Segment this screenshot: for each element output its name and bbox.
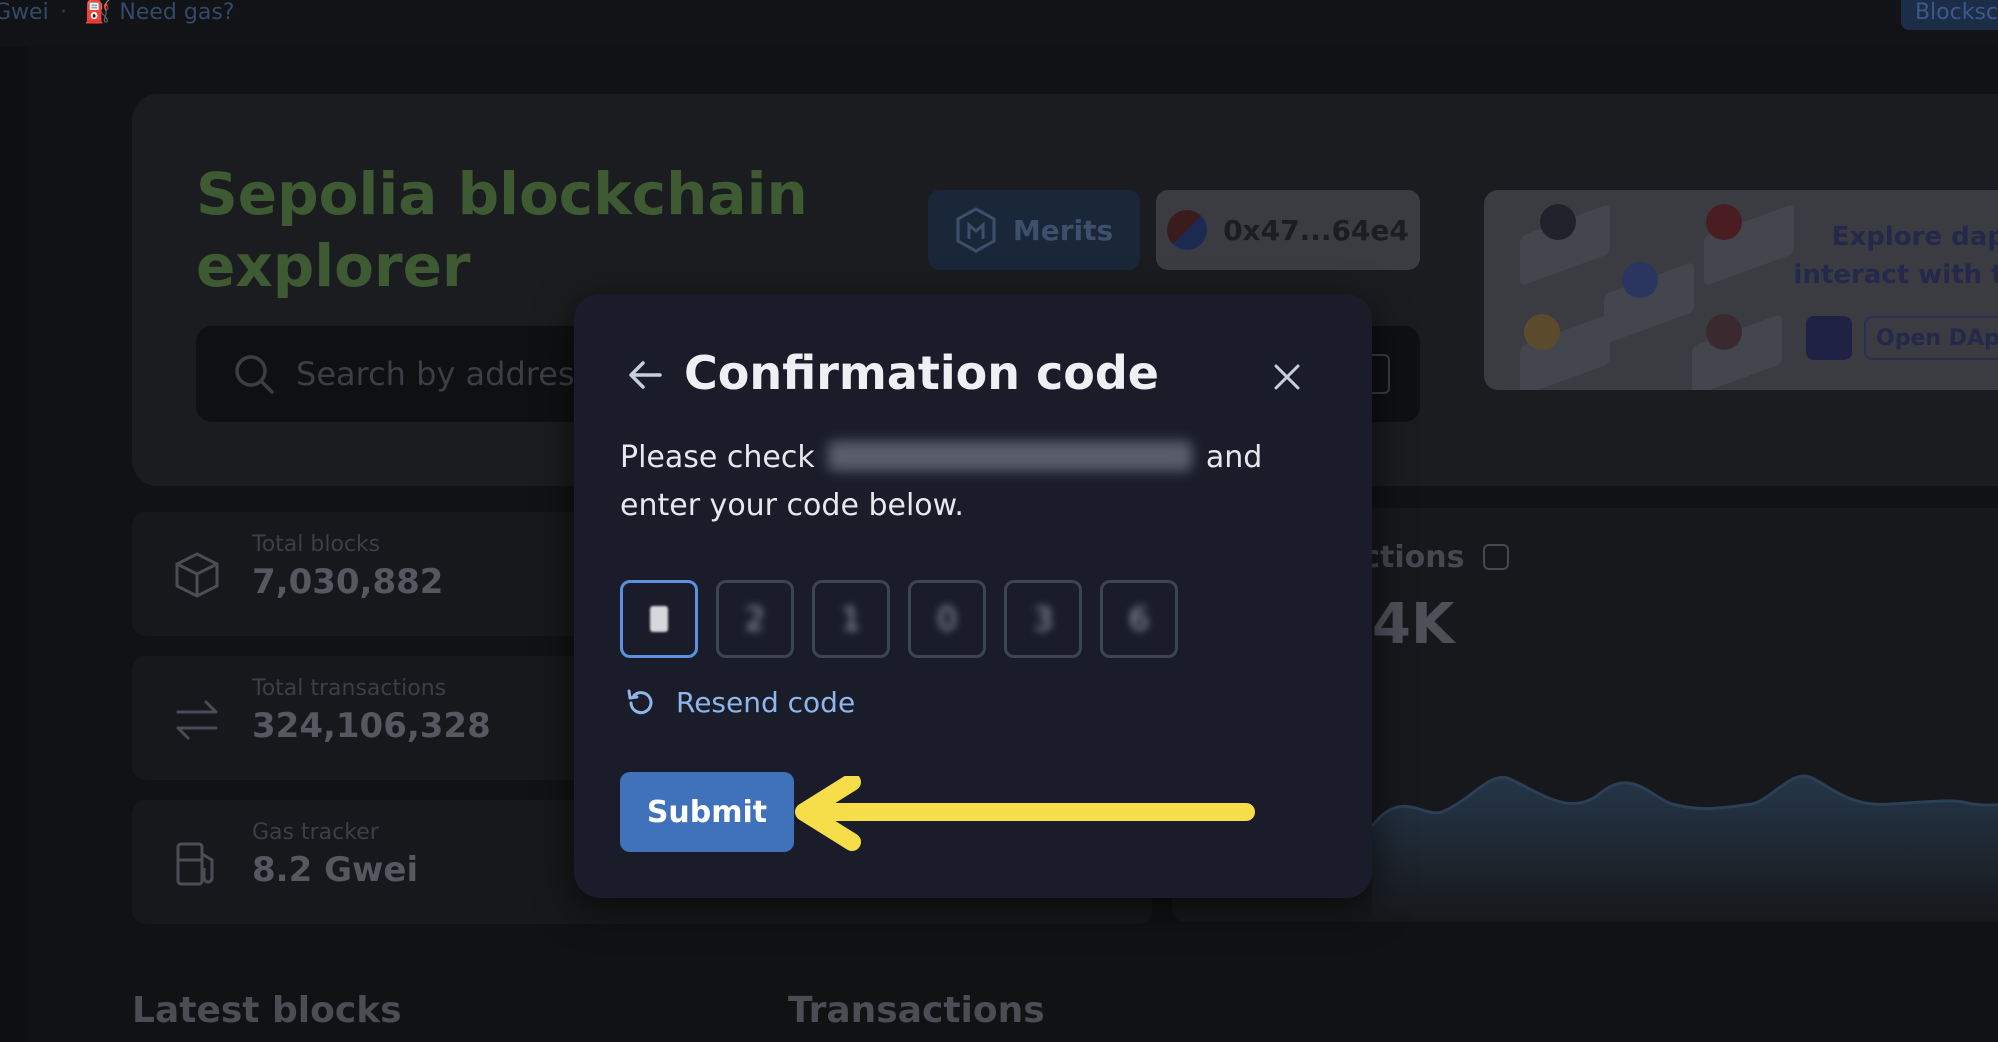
code-digit: 6 (1128, 600, 1150, 638)
code-digit-input[interactable]: 6 (1100, 580, 1178, 658)
code-digit: 1 (840, 600, 862, 638)
annotation-arrow-icon (795, 776, 1255, 851)
code-input-row: 2 1 0 3 6 (620, 580, 1178, 658)
dialog-title: Confirmation code (684, 346, 1159, 400)
code-digit-input[interactable]: 1 (812, 580, 890, 658)
code-digit-input[interactable]: 0 (908, 580, 986, 658)
redacted-email (828, 441, 1193, 471)
resend-code-link[interactable]: Resend code (624, 686, 855, 719)
refresh-icon (627, 689, 653, 714)
code-digit: 3 (1032, 600, 1054, 638)
close-icon (1274, 364, 1300, 390)
resend-label: Resend code (676, 686, 856, 719)
instructions-text: Please check and enter your code below. (620, 434, 1280, 530)
code-digit: 0 (936, 600, 958, 638)
code-digit-input[interactable]: 3 (1004, 580, 1082, 658)
arrow-left-icon (629, 361, 662, 389)
code-digit-input[interactable] (620, 580, 698, 658)
instruction-prefix: Please check (620, 440, 815, 475)
code-digit-input[interactable]: 2 (716, 580, 794, 658)
close-button[interactable] (1268, 358, 1306, 396)
back-button[interactable] (624, 354, 666, 396)
code-digit: 2 (744, 600, 766, 638)
code-digit (650, 606, 668, 632)
submit-button[interactable]: Submit (620, 772, 794, 852)
